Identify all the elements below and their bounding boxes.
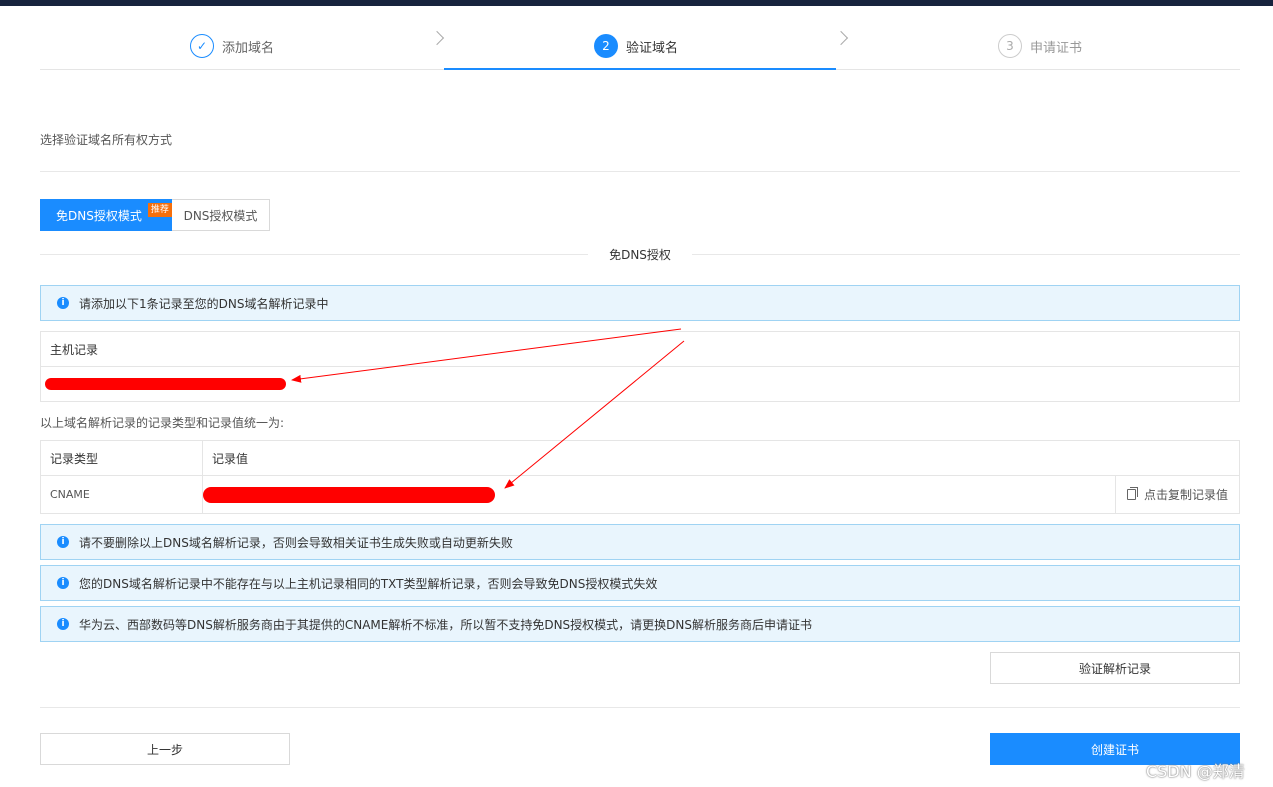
annotation-arrow [291,328,682,383]
watermark: CSDN @郑清 [1146,762,1245,781]
annotation-arrows [291,328,685,489]
annotation-arrow [504,340,685,489]
